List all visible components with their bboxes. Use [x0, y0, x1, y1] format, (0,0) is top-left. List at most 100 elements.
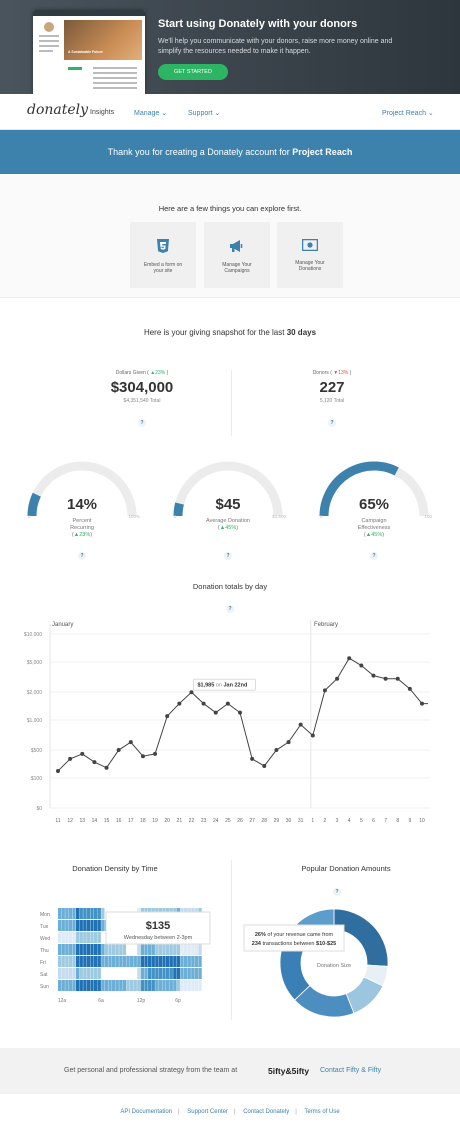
heat-cell	[140, 968, 145, 979]
snapshot-heading: Here is your giving snapshot for the las…	[143, 328, 317, 337]
x-tick-label: 28	[261, 818, 267, 824]
manage-donations-card[interactable]: Manage Your Donations	[277, 222, 343, 288]
heat-cell	[126, 956, 130, 967]
heat-cell	[166, 944, 170, 955]
heat-cell	[122, 956, 127, 967]
manage-campaigns-card[interactable]: Manage Your Campaigns	[204, 222, 270, 288]
data-point	[201, 701, 206, 706]
heat-cell	[90, 932, 94, 943]
heat-cell	[94, 968, 98, 979]
help-icon[interactable]: ?	[78, 552, 86, 560]
heat-cell	[101, 944, 105, 955]
heat-cell	[83, 944, 87, 955]
nav-support[interactable]: Support ⌄	[188, 109, 220, 117]
heat-cell	[58, 908, 62, 919]
data-point	[298, 722, 303, 727]
contact-link[interactable]: Contact Donately	[243, 1109, 289, 1115]
heat-cell	[68, 944, 73, 955]
heat-cell	[61, 944, 65, 955]
heat-cell	[184, 956, 188, 967]
heat-cell	[90, 980, 94, 991]
heat-cell	[151, 956, 155, 967]
contact-partner-link[interactable]: Contact Fifty & Fifty	[320, 1048, 381, 1094]
heat-cell	[97, 908, 101, 919]
logo[interactable]: donately	[27, 102, 88, 118]
heat-cell	[158, 980, 163, 991]
heat-cell	[155, 956, 159, 967]
heat-cell	[61, 932, 65, 943]
x-tick-label: 19	[152, 818, 158, 824]
heat-cell	[194, 956, 199, 967]
heat-cell	[184, 968, 188, 979]
heat-cell	[144, 980, 148, 991]
welcome-banner: Thank you for creating a Donately accoun…	[0, 130, 460, 174]
data-point	[116, 748, 121, 753]
x-tick-label: 29	[274, 818, 280, 824]
help-icon[interactable]: ?	[138, 419, 146, 427]
help-icon[interactable]: ?	[328, 419, 336, 427]
heat-cell	[58, 956, 62, 967]
nav-insights[interactable]: Insights	[90, 109, 114, 116]
heat-cell	[65, 968, 69, 979]
x-tick-label: 31	[298, 818, 304, 824]
data-point	[56, 768, 60, 773]
heat-cell	[76, 908, 80, 919]
heat-cell	[79, 920, 83, 931]
gauge-value: 14%	[66, 496, 98, 513]
heat-cell	[194, 968, 199, 979]
heat-cell	[198, 980, 202, 991]
heat-cell	[144, 956, 148, 967]
terms-link[interactable]: Terms of Use	[304, 1109, 339, 1115]
heat-cell	[122, 944, 127, 955]
gauge-0: 14% 0 100% Percent Recurring (▲23%) ?	[22, 456, 142, 566]
y-tick-label: $2,000	[27, 690, 43, 696]
data-point	[189, 690, 194, 695]
heat-cell	[169, 968, 173, 979]
heat-cell	[176, 944, 181, 955]
help-icon[interactable]: ?	[370, 552, 378, 560]
day-label: Thu	[40, 948, 49, 954]
nav-manage[interactable]: Manage ⌄	[134, 109, 167, 117]
heat-cell	[76, 944, 80, 955]
embed-form-card[interactable]: Embed a form on your site	[130, 222, 196, 288]
chart-title: Donation totals by day	[192, 582, 268, 591]
heat-cell	[104, 980, 109, 991]
data-point	[371, 673, 376, 678]
support-center-link[interactable]: Support Center	[187, 1109, 228, 1115]
heat-cell	[187, 944, 191, 955]
heat-cell	[101, 956, 105, 967]
footer-links: API Documentation | Support Center | Conta…	[120, 1109, 340, 1115]
y-tick-label: $1,000	[27, 718, 43, 724]
partner-footer: Get personal and professional strategy f…	[0, 1048, 460, 1094]
day-label: Tue	[40, 924, 49, 930]
density-title: Donation Density by Time	[72, 864, 158, 873]
heat-cell	[86, 932, 91, 943]
data-point	[359, 663, 364, 668]
heat-cell	[162, 980, 166, 991]
heat-cell	[112, 944, 116, 955]
get-started-button[interactable]: GET STARTED	[158, 64, 228, 80]
heat-cell	[187, 968, 191, 979]
svg-text:26% of your revenue came from: 26% of your revenue came from	[255, 932, 334, 938]
data-point	[286, 740, 291, 745]
x-tick-label: 21	[177, 818, 183, 824]
gauge-arc	[319, 461, 429, 517]
api-docs-link[interactable]: API Documentation	[120, 1109, 172, 1115]
heat-cell	[108, 944, 112, 955]
donors-metric: Donors ( ▼13% ) 227 5,120 Total ?	[312, 370, 352, 427]
heat-cell	[130, 956, 134, 967]
day-label: Sat	[40, 972, 48, 978]
heat-cell	[140, 980, 145, 991]
megaphone-icon	[230, 240, 243, 252]
help-icon[interactable]: ?	[224, 552, 232, 560]
month-label: January	[52, 622, 73, 628]
nav-project-selector[interactable]: Project Reach ⌄	[382, 109, 434, 117]
month-label: February	[314, 622, 338, 628]
heat-cell	[94, 980, 98, 991]
heat-cell	[108, 956, 112, 967]
data-point	[238, 710, 242, 715]
heat-cell	[148, 968, 152, 979]
heat-cell	[158, 956, 163, 967]
heat-cell	[140, 956, 145, 967]
heat-cell	[162, 968, 166, 979]
